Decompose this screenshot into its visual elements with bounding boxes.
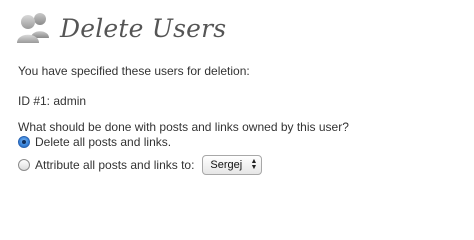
- option-delete-all[interactable]: Delete all posts and links.: [18, 135, 171, 149]
- select-value: Sergej: [210, 159, 243, 171]
- delete-option-label[interactable]: Delete all posts and links.: [35, 135, 171, 149]
- page-title: Delete Users: [60, 13, 227, 43]
- question-text: What should be done with posts and links…: [18, 120, 349, 134]
- attribute-user-select[interactable]: Sergej ▲ ▼: [202, 155, 263, 175]
- users-icon: [14, 10, 54, 46]
- attribute-radio[interactable]: [18, 159, 30, 171]
- user-id-label: ID #1: admin: [18, 94, 87, 108]
- delete-radio[interactable]: [18, 136, 30, 148]
- intro-text: You have specified these users for delet…: [18, 64, 250, 78]
- page-header: Delete Users: [14, 8, 226, 48]
- select-arrows-icon: ▲ ▼: [250, 158, 258, 171]
- attribute-option-label[interactable]: Attribute all posts and links to:: [35, 158, 194, 172]
- option-attribute[interactable]: Attribute all posts and links to: Sergej…: [18, 155, 263, 175]
